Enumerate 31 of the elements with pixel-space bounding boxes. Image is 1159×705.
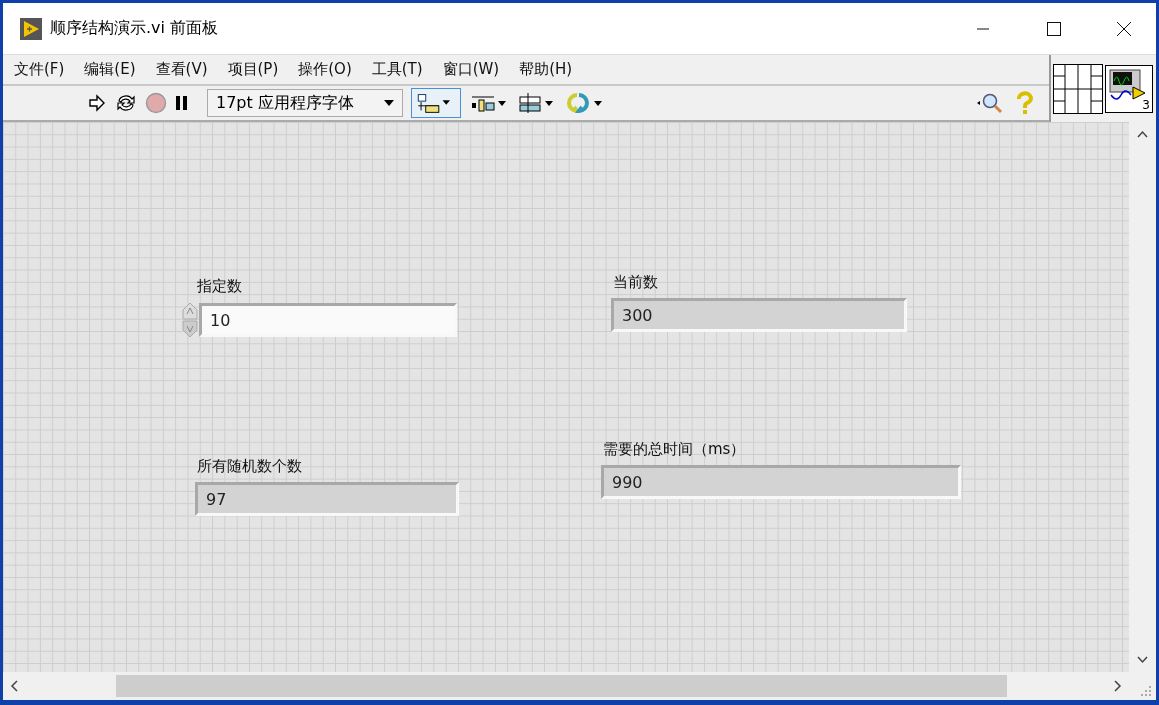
numeric-indicator: 990: [601, 465, 961, 499]
caret-icon: [384, 100, 394, 106]
control-label: 指定数: [197, 277, 243, 296]
terminal-count: 3: [1142, 97, 1150, 112]
connector-pane-icon[interactable]: [1053, 63, 1103, 114]
reorder-icon[interactable]: [565, 91, 605, 115]
increment-decrement-icon[interactable]: [181, 302, 199, 338]
menu-item[interactable]: 工具(T): [371, 60, 423, 79]
menu-item[interactable]: 操作(O): [298, 60, 352, 79]
menu-item[interactable]: 帮助(H): [519, 60, 573, 79]
numeric-input[interactable]: 10: [199, 303, 457, 337]
window-title: 顺序结构演示.vi 前面板: [50, 18, 219, 39]
align-objects-icon[interactable]: [411, 88, 461, 118]
abort-icon[interactable]: [145, 92, 167, 114]
font-dropdown[interactable]: 17pt 应用程序字体: [207, 89, 403, 117]
numeric-indicator: 300: [611, 298, 907, 332]
control-label: 当前数: [613, 273, 659, 292]
run-continuously-icon[interactable]: [115, 93, 137, 113]
vi-icon[interactable]: 3: [1105, 64, 1153, 113]
run-arrow-icon[interactable]: [87, 93, 107, 113]
app-logo-icon: [20, 17, 42, 40]
control-label: 需要的总时间（ms）: [603, 440, 747, 459]
pause-icon[interactable]: [175, 94, 189, 112]
menu-item[interactable]: 查看(V): [155, 60, 208, 79]
scrollbar-thumb[interactable]: [116, 675, 1007, 697]
numeric-indicator: 97: [195, 482, 459, 516]
menu-item[interactable]: 窗口(W): [442, 60, 500, 79]
control-label: 所有随机数个数: [197, 457, 303, 476]
menu-item[interactable]: 项目(P): [227, 60, 279, 79]
menu-item[interactable]: 文件(F): [14, 60, 65, 79]
menu-item[interactable]: 编辑(E): [84, 60, 136, 79]
